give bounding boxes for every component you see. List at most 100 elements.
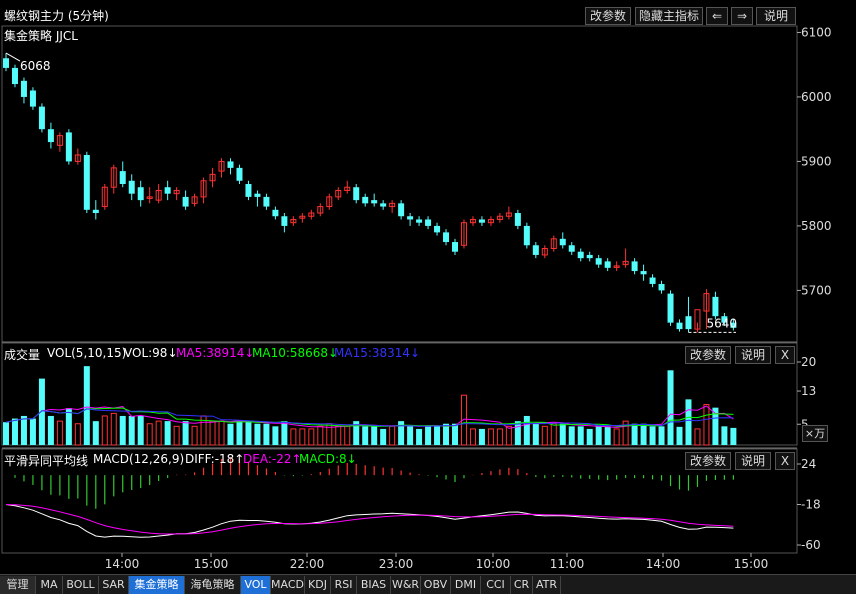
volume-bar bbox=[11, 418, 18, 445]
volume-params-button[interactable]: 改参数 bbox=[685, 346, 731, 364]
volume-bar bbox=[263, 423, 270, 445]
tab-ma[interactable]: MA bbox=[36, 576, 63, 594]
candle-body bbox=[281, 216, 288, 226]
tab-wr[interactable]: W&R bbox=[391, 576, 421, 594]
volume-bar bbox=[245, 421, 252, 445]
macd-value: MACD:8↓ bbox=[299, 452, 357, 466]
volume-ma5: MA5:38914↓ bbox=[176, 346, 255, 360]
tab-macd[interactable]: MACD bbox=[271, 576, 305, 594]
volume-bar bbox=[685, 399, 692, 445]
volume-bar bbox=[730, 427, 737, 445]
macd-axis-label: -18 bbox=[801, 498, 821, 512]
price-axis-label: 5700 bbox=[801, 283, 832, 297]
candle-body bbox=[3, 58, 9, 68]
volume-bar bbox=[658, 426, 665, 445]
tab-rsi[interactable]: RSI bbox=[331, 576, 357, 594]
volume-bar bbox=[613, 428, 620, 446]
candle-body bbox=[20, 80, 27, 97]
candle-body bbox=[649, 277, 656, 284]
chart-canvas[interactable]: 61006000590058005700606856402013524-18-6… bbox=[0, 0, 856, 594]
volume-help-button[interactable]: 说明 bbox=[735, 346, 771, 364]
tab-vol[interactable]: VOL bbox=[241, 576, 271, 594]
candle-body bbox=[676, 322, 683, 330]
candle-body bbox=[416, 219, 423, 223]
volume-bar bbox=[496, 428, 503, 446]
volume-bar bbox=[434, 426, 441, 445]
volume-bar bbox=[523, 415, 530, 445]
macd-formula: MACD(12,26,9) bbox=[93, 452, 185, 466]
candle-body bbox=[568, 245, 575, 252]
volume-bar bbox=[137, 415, 144, 445]
macd-dea: DEA:-22↑ bbox=[243, 452, 302, 466]
volume-bar bbox=[344, 425, 351, 446]
volume-bar bbox=[38, 378, 45, 445]
candle-body bbox=[586, 254, 593, 259]
candle-body bbox=[38, 106, 45, 130]
indicator-tabs: 管理 MA BOLL SAR 集金策略 海龟策略 VOL MACD KDJ RSI BIAS W&R O… bbox=[0, 574, 856, 594]
volume-bar bbox=[604, 426, 611, 445]
volume-bar bbox=[74, 423, 81, 446]
volume-bar bbox=[272, 426, 279, 445]
macd-close-icon[interactable]: X bbox=[775, 452, 795, 470]
high-price-label: 6068 bbox=[20, 59, 51, 73]
tab-bias[interactable]: BIAS bbox=[357, 576, 391, 594]
volume-bar bbox=[65, 408, 72, 445]
volume-bar bbox=[407, 426, 414, 445]
volume-bar bbox=[703, 404, 710, 446]
volume-bar bbox=[371, 426, 378, 445]
low-price-label: 5640 bbox=[706, 316, 737, 330]
price-axis-label: 5800 bbox=[801, 219, 832, 233]
tab-manage[interactable]: 管理 bbox=[0, 576, 36, 594]
price-axis-label: 6100 bbox=[801, 25, 832, 39]
candle-body bbox=[532, 245, 539, 255]
volume-bar bbox=[380, 428, 387, 445]
tab-cn-4[interactable]: 集金策略 bbox=[129, 576, 185, 594]
candle-body bbox=[83, 154, 90, 210]
tab-cr[interactable]: CR bbox=[511, 576, 533, 594]
candle-body bbox=[227, 161, 234, 168]
candle-body bbox=[604, 261, 611, 268]
time-axis-label: 14:00 bbox=[105, 557, 140, 571]
volume-bar bbox=[254, 423, 261, 445]
volume-bar bbox=[469, 428, 476, 446]
volume-bar bbox=[155, 420, 162, 446]
volume-bar bbox=[191, 425, 198, 446]
macd-help-button[interactable]: 说明 bbox=[735, 452, 771, 470]
tab-dmi[interactable]: DMI bbox=[451, 576, 481, 594]
tab-sar[interactable]: SAR bbox=[99, 576, 129, 594]
volume-bar bbox=[3, 422, 9, 445]
candle-body bbox=[29, 90, 36, 107]
volume-bar bbox=[317, 425, 324, 446]
volume-close-icon[interactable]: X bbox=[775, 346, 795, 364]
time-axis-label: 15:00 bbox=[734, 557, 769, 571]
volume-ma15: MA15:38314↓ bbox=[334, 346, 421, 360]
tab-cci[interactable]: CCI bbox=[481, 576, 511, 594]
tab-atr[interactable]: ATR bbox=[533, 576, 561, 594]
volume-bar bbox=[335, 425, 342, 446]
candle-body bbox=[263, 196, 270, 207]
volume-bar bbox=[550, 423, 557, 446]
tab-kdj[interactable]: KDJ bbox=[305, 576, 331, 594]
candle-body bbox=[577, 251, 584, 259]
volume-bar bbox=[47, 415, 54, 445]
volume-value: VOL:98↓ bbox=[124, 346, 178, 360]
volume-bar bbox=[577, 426, 584, 445]
volume-bar bbox=[164, 421, 171, 445]
tab-cn-5[interactable]: 海龟策略 bbox=[185, 576, 241, 594]
volume-bar bbox=[505, 425, 512, 446]
volume-bar bbox=[29, 418, 36, 445]
macd-params-button[interactable]: 改参数 bbox=[685, 452, 731, 470]
candle-body bbox=[353, 187, 360, 201]
candle-body bbox=[595, 258, 602, 265]
volume-bar bbox=[236, 421, 243, 445]
volume-bar bbox=[541, 425, 548, 446]
volume-bar bbox=[92, 421, 99, 445]
price-axis-label: 6000 bbox=[801, 90, 832, 104]
candle-body bbox=[236, 167, 243, 181]
volume-bar bbox=[478, 428, 485, 445]
volume-bar bbox=[128, 415, 135, 445]
tab-obv[interactable]: OBV bbox=[421, 576, 451, 594]
candle-body bbox=[443, 232, 450, 243]
candle-body bbox=[380, 203, 387, 207]
tab-boll[interactable]: BOLL bbox=[63, 576, 99, 594]
